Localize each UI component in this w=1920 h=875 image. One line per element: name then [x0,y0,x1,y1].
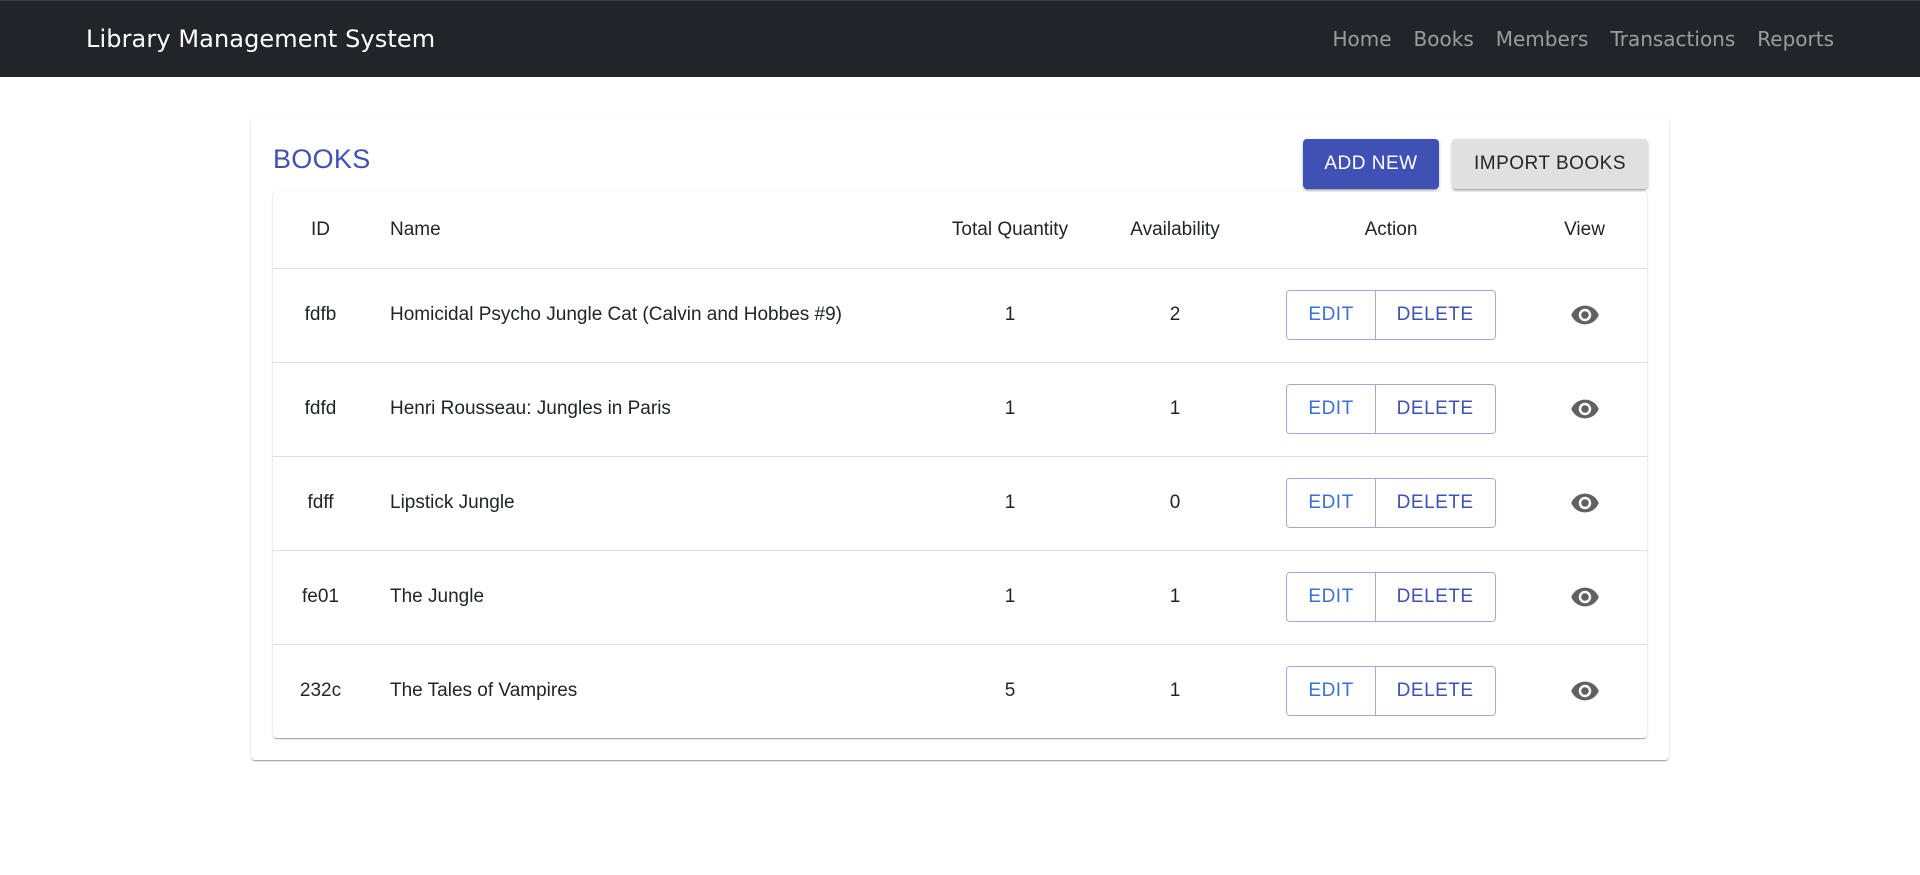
header-row: ID Name Total Quantity Availability Acti… [273,192,1647,269]
cell-total-quantity: 1 [930,550,1090,645]
delete-button[interactable]: DELETE [1374,667,1495,716]
cell-name: The Tales of Vampires [390,680,578,702]
import-books-button[interactable]: IMPORT BOOKS [1452,139,1648,189]
row-action-group: EDIT DELETE [1286,572,1496,622]
row-action-group: EDIT DELETE [1286,666,1496,717]
eye-icon[interactable] [1570,488,1600,518]
cell-name: Homicidal Psycho Jungle Cat (Calvin and … [368,268,930,363]
header-name: Name [368,192,930,269]
header-availability: Availability [1090,192,1260,269]
books-card: BOOKS ADD NEW IMPORT BOOKS ID Name Total… [251,117,1669,760]
cell-id: 232c [299,680,342,702]
nav-link-members[interactable]: Members [1485,27,1600,51]
cell-view [1522,550,1647,645]
eye-icon[interactable] [1570,676,1600,706]
table-row: fdff Lipstick Jungle 1 0 EDIT DELETE [273,456,1647,551]
cell-view [1522,456,1647,551]
cell-availability: 2 [1090,268,1260,363]
table-row: 232c The Tales of Vampires 5 1 EDIT DELE… [273,644,1647,738]
nav-link-reports[interactable]: Reports [1746,27,1834,51]
cell-total-quantity: 1 [930,362,1090,457]
main-nav: Home Books Members Transactions Reports [1321,27,1834,51]
nav-link-home[interactable]: Home [1321,27,1402,51]
eye-icon[interactable] [1570,582,1600,612]
header-total-quantity: Total Quantity [930,192,1090,269]
cell-availability: 1 [1090,550,1260,645]
delete-button[interactable]: DELETE [1374,573,1495,621]
cell-total-quantity: 1 [930,456,1090,551]
delete-button[interactable]: DELETE [1374,479,1495,527]
table-row: fe01 The Jungle 1 1 EDIT DELETE [273,550,1647,645]
nav-link-transactions[interactable]: Transactions [1599,27,1746,51]
table-header: ID Name Total Quantity Availability Acti… [273,192,1647,269]
nav-link-books[interactable]: Books [1403,27,1485,51]
cell-action: EDIT DELETE [1260,268,1522,363]
table-body: fdfb Homicidal Psycho Jungle Cat (Calvin… [273,268,1647,738]
table-row: fdfd Henri Rousseau: Jungles in Paris 1 … [273,362,1647,457]
header-action: Action [1260,192,1522,269]
cell-total-quantity: 1 [930,268,1090,363]
cell-action: EDIT DELETE [1260,550,1522,645]
cell-action: EDIT DELETE [1260,644,1522,738]
cell-availability: 0 [1090,456,1260,551]
header-id: ID [273,192,368,269]
edit-button[interactable]: EDIT [1287,291,1375,339]
delete-button[interactable]: DELETE [1374,385,1495,433]
cell-id: fdff [273,456,368,551]
edit-button[interactable]: EDIT [1287,573,1375,621]
cell-view [1522,644,1647,738]
row-action-group: EDIT DELETE [1286,384,1496,434]
cell-name: Lipstick Jungle [368,456,930,551]
edit-button[interactable]: EDIT [1287,667,1375,716]
cell-id: fe01 [273,550,368,645]
cell-action: EDIT DELETE [1260,456,1522,551]
row-action-group: EDIT DELETE [1286,478,1496,528]
cell-view [1522,268,1647,363]
books-table: ID Name Total Quantity Availability Acti… [273,192,1647,738]
cell-availability: 1 [1090,362,1260,457]
cell-id: fdfd [273,362,368,457]
table-row: fdfb Homicidal Psycho Jungle Cat (Calvin… [273,268,1647,363]
edit-button[interactable]: EDIT [1287,385,1375,433]
cell-total-quantity: 5 [1004,680,1016,702]
app-brand[interactable]: Library Management System [86,25,435,53]
books-table-container: ID Name Total Quantity Availability Acti… [273,192,1647,738]
cell-view [1522,362,1647,457]
top-navbar: Library Management System Home Books Mem… [0,0,1920,77]
eye-icon[interactable] [1570,300,1600,330]
header-view: View [1522,192,1647,269]
cell-name: Henri Rousseau: Jungles in Paris [368,362,930,457]
add-new-button[interactable]: ADD NEW [1303,139,1439,189]
cell-id: fdfb [273,268,368,363]
cell-action: EDIT DELETE [1260,362,1522,457]
eye-icon[interactable] [1570,394,1600,424]
delete-button[interactable]: DELETE [1374,291,1495,339]
row-action-group: EDIT DELETE [1286,290,1496,340]
edit-button[interactable]: EDIT [1287,479,1375,527]
cell-availability: 1 [1169,680,1181,702]
cell-name: The Jungle [368,550,930,645]
page-title: BOOKS [273,144,371,174]
